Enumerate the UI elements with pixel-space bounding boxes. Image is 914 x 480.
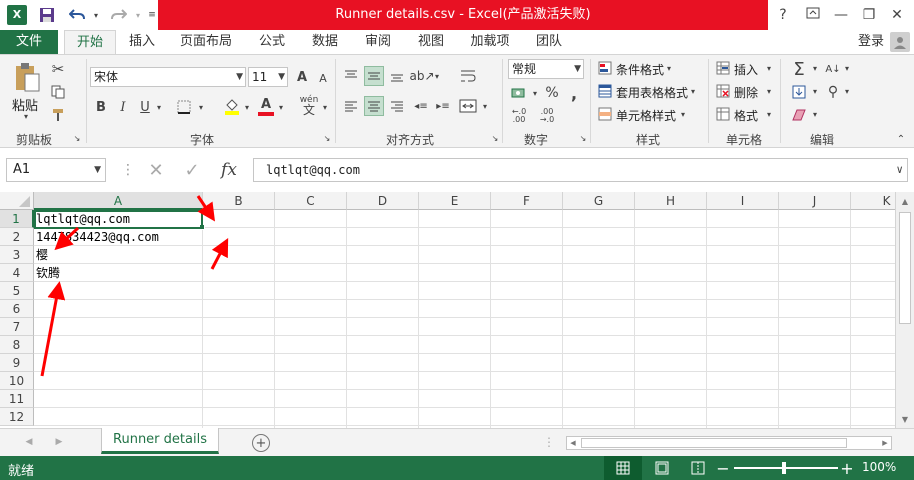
vertical-scrollbar[interactable]: ▲ ▼: [895, 192, 914, 428]
sheet-tab-runner-details[interactable]: Runner details: [101, 428, 219, 454]
zoom-slider-track[interactable]: [734, 467, 838, 469]
horizontal-scrollbar[interactable]: ◀ ▶: [566, 436, 892, 450]
scroll-up-icon[interactable]: ▲: [898, 194, 912, 208]
next-sheet-icon[interactable]: ▶: [52, 435, 66, 449]
zoom-slider-thumb[interactable]: [782, 462, 786, 474]
page-break-view-icon[interactable]: [684, 456, 712, 480]
zoom-in-button[interactable]: +: [840, 458, 854, 478]
page-layout-view-icon[interactable]: [648, 456, 676, 480]
zoom-out-button[interactable]: −: [716, 458, 730, 478]
status-ready: 就绪: [8, 464, 35, 479]
annotation-arrows: [40, 195, 229, 377]
scroll-right-icon[interactable]: ▶: [879, 437, 891, 449]
prev-sheet-icon[interactable]: ◀: [22, 435, 36, 449]
arrow-annotation: [196, 195, 215, 222]
arrow-annotation: [54, 226, 80, 251]
scroll-down-icon[interactable]: ▼: [898, 412, 912, 426]
arrow-annotation: [210, 238, 229, 270]
horizontal-scroll-thumb[interactable]: [581, 438, 847, 448]
arrow-annotation: [40, 281, 66, 377]
status-bar: 就绪 − + 100%: [0, 456, 914, 480]
new-sheet-button[interactable]: +: [252, 434, 270, 452]
tab-split-icon[interactable]: ⋮: [542, 435, 556, 449]
vertical-scroll-thumb[interactable]: [899, 212, 911, 324]
normal-view-icon[interactable]: [604, 456, 642, 480]
zoom-level[interactable]: 100%: [862, 460, 896, 474]
scroll-left-icon[interactable]: ◀: [567, 437, 579, 449]
